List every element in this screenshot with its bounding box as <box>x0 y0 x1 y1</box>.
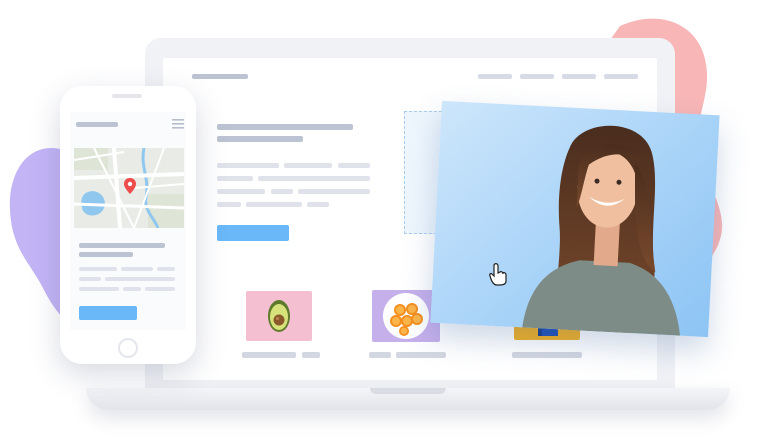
product-caption-line <box>242 352 296 358</box>
product-caption-line <box>302 352 320 358</box>
product-caption-line <box>396 352 446 358</box>
mobile-text-line <box>123 287 141 291</box>
hero-heading-line <box>217 136 303 142</box>
hero-text-line <box>284 163 332 168</box>
nav-link[interactable] <box>520 74 554 79</box>
product-caption-line <box>512 352 582 358</box>
hero-text-line <box>217 189 265 194</box>
hero-text-line <box>258 176 370 181</box>
map-image[interactable] <box>74 148 184 228</box>
hero-text-line <box>217 202 241 207</box>
mobile-logo-placeholder <box>76 122 118 127</box>
hero-text-line <box>298 189 370 194</box>
laptop-notch <box>370 388 446 394</box>
mobile-text-line <box>145 287 175 291</box>
mobile-text-line <box>105 277 175 281</box>
hero-text-line <box>217 176 253 181</box>
mobile-text-line <box>157 267 175 271</box>
nav-link[interactable] <box>604 74 638 79</box>
hero-text-line <box>271 189 293 194</box>
illustration <box>0 0 768 438</box>
hand-cursor-icon <box>489 263 507 286</box>
mobile-text-line <box>79 287 119 291</box>
product-tile-avocado[interactable] <box>246 291 312 341</box>
hero-cta-button[interactable] <box>217 225 289 241</box>
mobile-heading-line <box>79 252 133 257</box>
hero-text-line <box>338 163 370 168</box>
hero-heading-line <box>217 124 353 130</box>
mobile-cta-button[interactable] <box>79 306 137 320</box>
nav-link[interactable] <box>562 74 596 79</box>
profile-photo-card[interactable] <box>430 100 720 338</box>
product-caption-line <box>369 352 391 358</box>
mobile-text-line <box>121 267 153 271</box>
hero-text-line <box>217 163 279 168</box>
site-logo-placeholder <box>192 74 248 79</box>
mobile-text-line <box>79 277 101 281</box>
hamburger-menu-icon[interactable] <box>172 119 184 129</box>
nav-link[interactable] <box>478 74 512 79</box>
hero-text-line <box>246 202 302 207</box>
hero-text-line <box>307 202 329 207</box>
mobile-text-line <box>79 267 117 271</box>
avocado-image <box>268 300 290 332</box>
mobile-heading-line <box>79 243 165 248</box>
phone-home-button[interactable] <box>118 338 138 358</box>
phone-speaker <box>112 94 142 98</box>
woman-portrait-image <box>522 125 681 336</box>
